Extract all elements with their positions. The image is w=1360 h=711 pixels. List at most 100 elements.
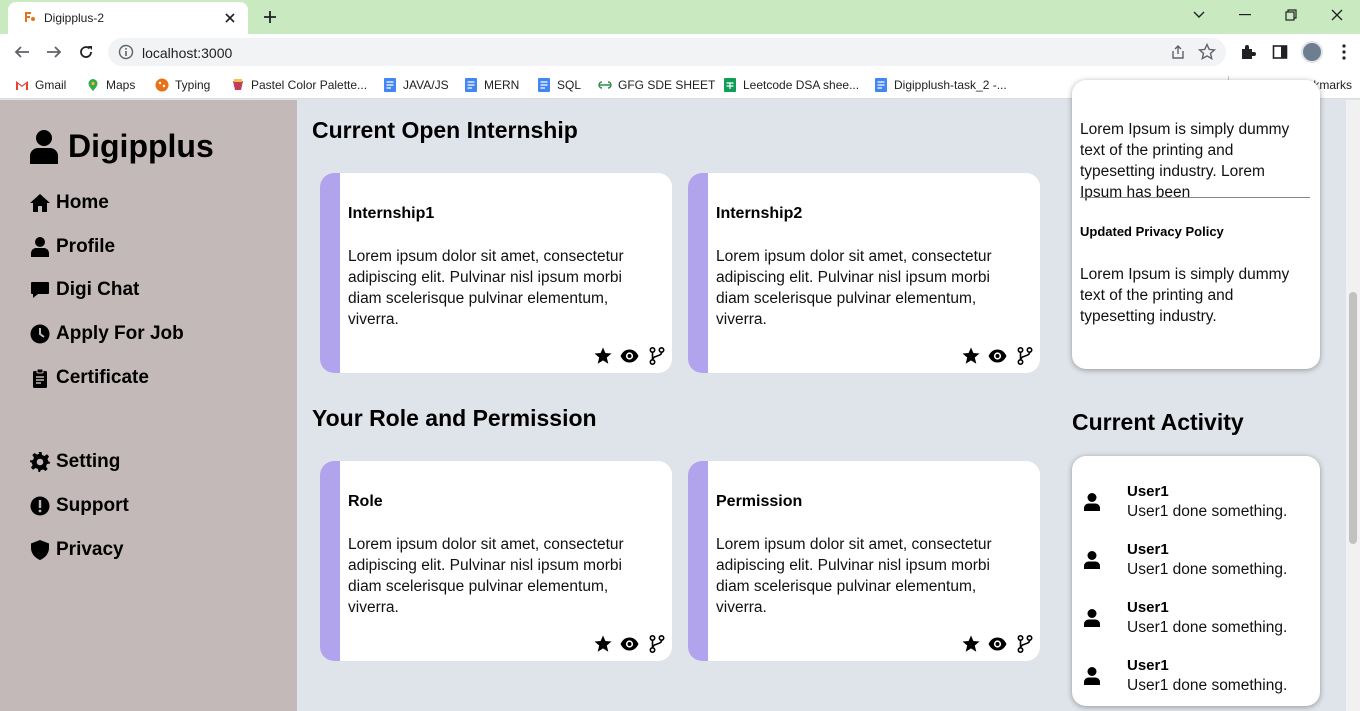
address-bar[interactable]: localhost:3000 — [108, 38, 1226, 66]
bookmark-leetcode[interactable]: Leetcode DSA shee... — [723, 76, 859, 94]
close-tab-icon[interactable] — [220, 8, 240, 28]
bookmark-label: Leetcode DSA shee... — [743, 78, 860, 92]
internship-card[interactable]: Internship2 Lorem ipsum dolor sit amet, … — [688, 173, 1040, 373]
sidebar-item-home[interactable]: Home — [30, 192, 109, 214]
profile-avatar[interactable] — [1301, 41, 1323, 63]
new-tab-button[interactable] — [258, 5, 282, 29]
activity-description: User1 done something. — [1127, 503, 1288, 520]
url-text[interactable]: localhost:3000 — [142, 45, 232, 61]
card-body: Lorem ipsum dolor sit amet, consectetur … — [348, 248, 624, 328]
browser-tab-strip: Digipplus-2 — [0, 0, 1360, 34]
scrollbar-thumb[interactable] — [1349, 292, 1357, 544]
code-branch-icon[interactable] — [647, 346, 666, 365]
code-branch-icon[interactable] — [1015, 346, 1034, 365]
activity-description: User1 done something. — [1127, 677, 1288, 694]
star-icon[interactable] — [593, 346, 612, 365]
bookmark-sql[interactable]: SQL — [537, 76, 581, 94]
sidebar-item-profile[interactable]: Profile — [30, 236, 115, 258]
browser-toolbar: localhost:3000 — [0, 34, 1360, 70]
app-favicon-icon — [25, 12, 35, 22]
user-icon — [1084, 609, 1100, 627]
bookmark-palette[interactable]: Pastel Color Palette... — [231, 76, 367, 94]
back-icon[interactable] — [10, 40, 34, 64]
browser-tab[interactable]: Digipplus-2 — [8, 2, 248, 34]
code-branch-icon[interactable] — [1015, 634, 1034, 653]
page-scrollbar[interactable] — [1346, 100, 1360, 711]
card-title: Permission — [716, 493, 803, 510]
sidebar-item-certificate[interactable]: Certificate — [30, 367, 149, 389]
role-card[interactable]: Role Lorem ipsum dolor sit amet, consect… — [320, 461, 672, 661]
sheet-icon — [724, 78, 736, 92]
user-icon — [1084, 493, 1100, 511]
user-icon — [1084, 667, 1100, 685]
card-body: Lorem ipsum dolor sit amet, consectetur … — [716, 536, 992, 616]
bookmark-star-icon[interactable] — [1198, 43, 1216, 61]
sidebar-item-support[interactable]: Support — [30, 495, 129, 517]
sidebar-item-label: Support — [56, 495, 129, 516]
activity-item[interactable]: User1 User1 done something. — [1084, 657, 1314, 703]
share-icon[interactable] — [1170, 44, 1186, 60]
eye-icon[interactable] — [988, 634, 1007, 653]
code-branch-icon[interactable] — [647, 634, 666, 653]
brand[interactable]: Digipplus — [30, 128, 214, 165]
eye-icon[interactable] — [620, 634, 639, 653]
palette-icon — [233, 79, 243, 90]
forward-icon[interactable] — [42, 40, 66, 64]
card-actions — [593, 346, 666, 365]
maps-icon — [88, 79, 98, 91]
bookmark-java-js[interactable]: JAVA/JS — [383, 76, 449, 94]
sidebar: Digipplus Home Profile Digi Chat Apply F… — [0, 100, 297, 711]
sidebar-item-setting[interactable]: Setting — [30, 451, 120, 473]
activity-item[interactable]: User1 User1 done something. — [1084, 599, 1314, 645]
bookmark-typing[interactable]: Typing — [155, 76, 210, 94]
permission-card[interactable]: Permission Lorem ipsum dolor sit amet, c… — [688, 461, 1040, 661]
announcements-card: Lorem Ipsum is simply dummy text of the … — [1072, 80, 1320, 369]
side-panel-icon[interactable] — [1269, 41, 1291, 63]
star-icon[interactable] — [961, 346, 980, 365]
activity-item[interactable]: User1 User1 done something. — [1084, 541, 1314, 587]
main-content: Current Open Internship Internship1 Lore… — [297, 80, 1346, 711]
eye-icon[interactable] — [988, 346, 1007, 365]
activity-user: User1 — [1127, 657, 1169, 674]
sidebar-item-apply-for-job[interactable]: Apply For Job — [30, 323, 184, 345]
tab-search-icon[interactable] — [1176, 0, 1222, 30]
card-actions — [593, 634, 666, 653]
eye-icon[interactable] — [620, 346, 639, 365]
activity-item[interactable]: User1 User1 done something. — [1084, 483, 1314, 529]
announcement-text: Lorem Ipsum is simply dummy text of the … — [1080, 266, 1290, 325]
sidebar-item-privacy[interactable]: Privacy — [30, 539, 124, 561]
sidebar-item-label: Apply For Job — [56, 323, 184, 344]
bookmark-maps[interactable]: Maps — [86, 76, 135, 94]
bookmark-label: Gmail — [35, 78, 67, 92]
roles-section-title: Your Role and Permission — [312, 405, 597, 431]
sidebar-item-label: Home — [56, 192, 109, 213]
extensions-icon[interactable] — [1237, 41, 1259, 63]
site-info-icon[interactable] — [118, 44, 134, 60]
bookmark-digipplush-task[interactable]: Digipplush-task_2 -... — [874, 76, 1007, 94]
card-title: Role — [348, 493, 383, 510]
activity-card: User1 User1 done something. User1 User1 … — [1072, 456, 1320, 706]
bookmark-gfg[interactable]: GFG SDE SHEET — [598, 76, 715, 94]
close-window-icon[interactable] — [1314, 0, 1360, 30]
star-icon[interactable] — [593, 634, 612, 653]
bookmark-label: MERN — [484, 78, 520, 92]
more-menu-icon[interactable] — [1333, 41, 1355, 63]
minimize-icon[interactable] — [1222, 0, 1268, 30]
star-icon[interactable] — [961, 634, 980, 653]
card-title: Internship2 — [716, 205, 803, 222]
user-icon — [31, 237, 49, 257]
restore-icon[interactable] — [1268, 0, 1314, 30]
internship-card[interactable]: Internship1 Lorem ipsum dolor sit amet, … — [320, 173, 672, 373]
sidebar-item-digi-chat[interactable]: Digi Chat — [30, 279, 139, 301]
sidebar-item-label: Setting — [56, 451, 121, 472]
sidebar-item-label: Digi Chat — [56, 279, 140, 300]
reload-icon[interactable] — [74, 40, 98, 64]
bookmark-gmail[interactable]: Gmail — [15, 76, 66, 94]
card-actions — [961, 346, 1034, 365]
bookmark-mern[interactable]: MERN — [464, 76, 519, 94]
gfg-icon — [598, 81, 612, 89]
activity-user: User1 — [1127, 483, 1169, 500]
card-accent-stripe — [320, 173, 340, 373]
card-accent-stripe — [320, 461, 340, 661]
activity-user: User1 — [1127, 599, 1169, 616]
